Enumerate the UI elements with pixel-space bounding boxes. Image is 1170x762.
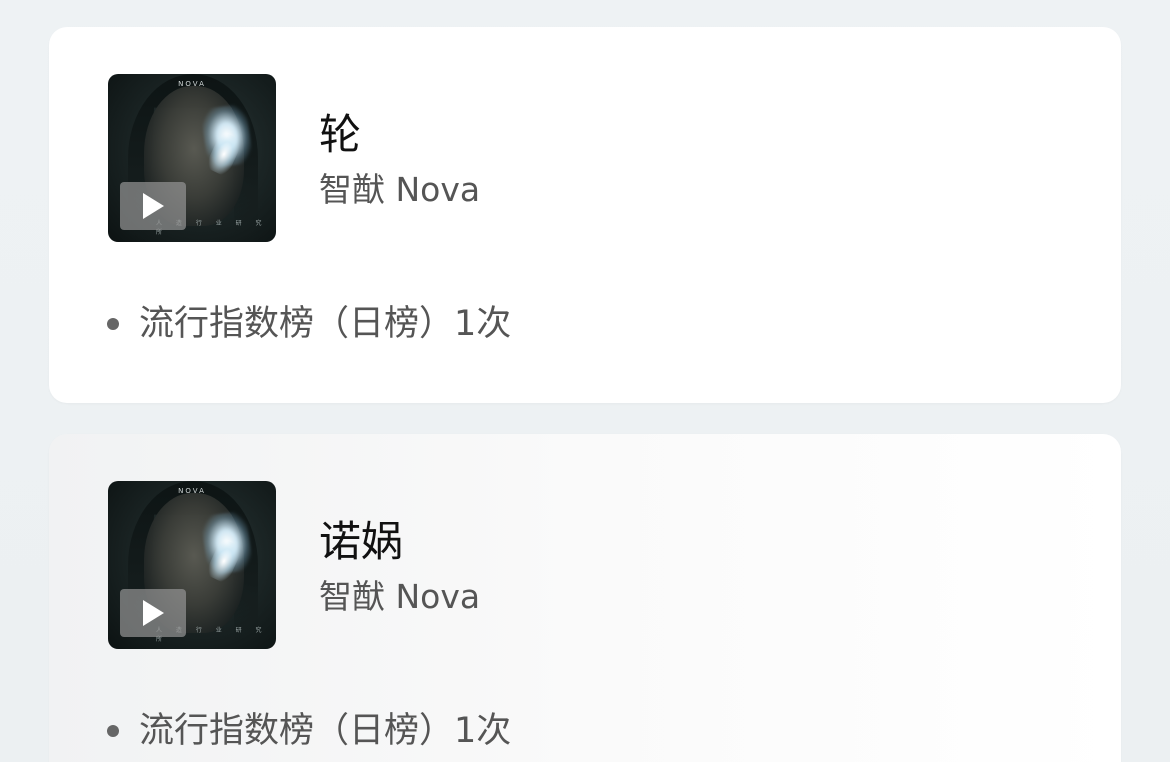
song-meta: 轮 智猷 Nova [319,74,480,242]
song-meta: 诺娲 智猷 Nova [319,481,480,649]
song-title[interactable]: 诺娲 [319,516,480,568]
page: NOVA 人 造 行 业 研 究 所 轮 智猷 Nova 流行指数榜（日榜）1次 [0,0,1170,762]
bullet-icon [107,725,119,737]
bullet-icon [107,318,119,330]
song-artist[interactable]: 智猷 Nova [319,574,480,620]
play-icon [143,193,164,219]
achievement-text: 流行指数榜（日榜）1次 [139,711,512,751]
play-icon [143,600,164,626]
chart-achievement: 流行指数榜（日榜）1次 [107,708,511,754]
song-title[interactable]: 轮 [319,109,480,161]
song-card[interactable]: NOVA 人 造 行 业 研 究 所 诺娲 智猷 Nova 流行指数榜（日榜）1… [49,434,1121,762]
cover-title: NOVA [178,487,206,495]
play-button[interactable] [120,589,186,637]
cover-title: NOVA [178,80,206,88]
song-artist[interactable]: 智猷 Nova [319,167,480,213]
song-card[interactable]: NOVA 人 造 行 业 研 究 所 轮 智猷 Nova 流行指数榜（日榜）1次 [49,27,1121,403]
song-row[interactable]: NOVA 人 造 行 业 研 究 所 轮 智猷 Nova [108,74,480,242]
song-row[interactable]: NOVA 人 造 行 业 研 究 所 诺娲 智猷 Nova [108,481,480,649]
play-button[interactable] [120,182,186,230]
album-cover[interactable]: NOVA 人 造 行 业 研 究 所 [108,74,276,242]
achievement-text: 流行指数榜（日榜）1次 [139,304,512,344]
album-cover[interactable]: NOVA 人 造 行 业 研 究 所 [108,481,276,649]
chart-achievement: 流行指数榜（日榜）1次 [107,301,511,347]
